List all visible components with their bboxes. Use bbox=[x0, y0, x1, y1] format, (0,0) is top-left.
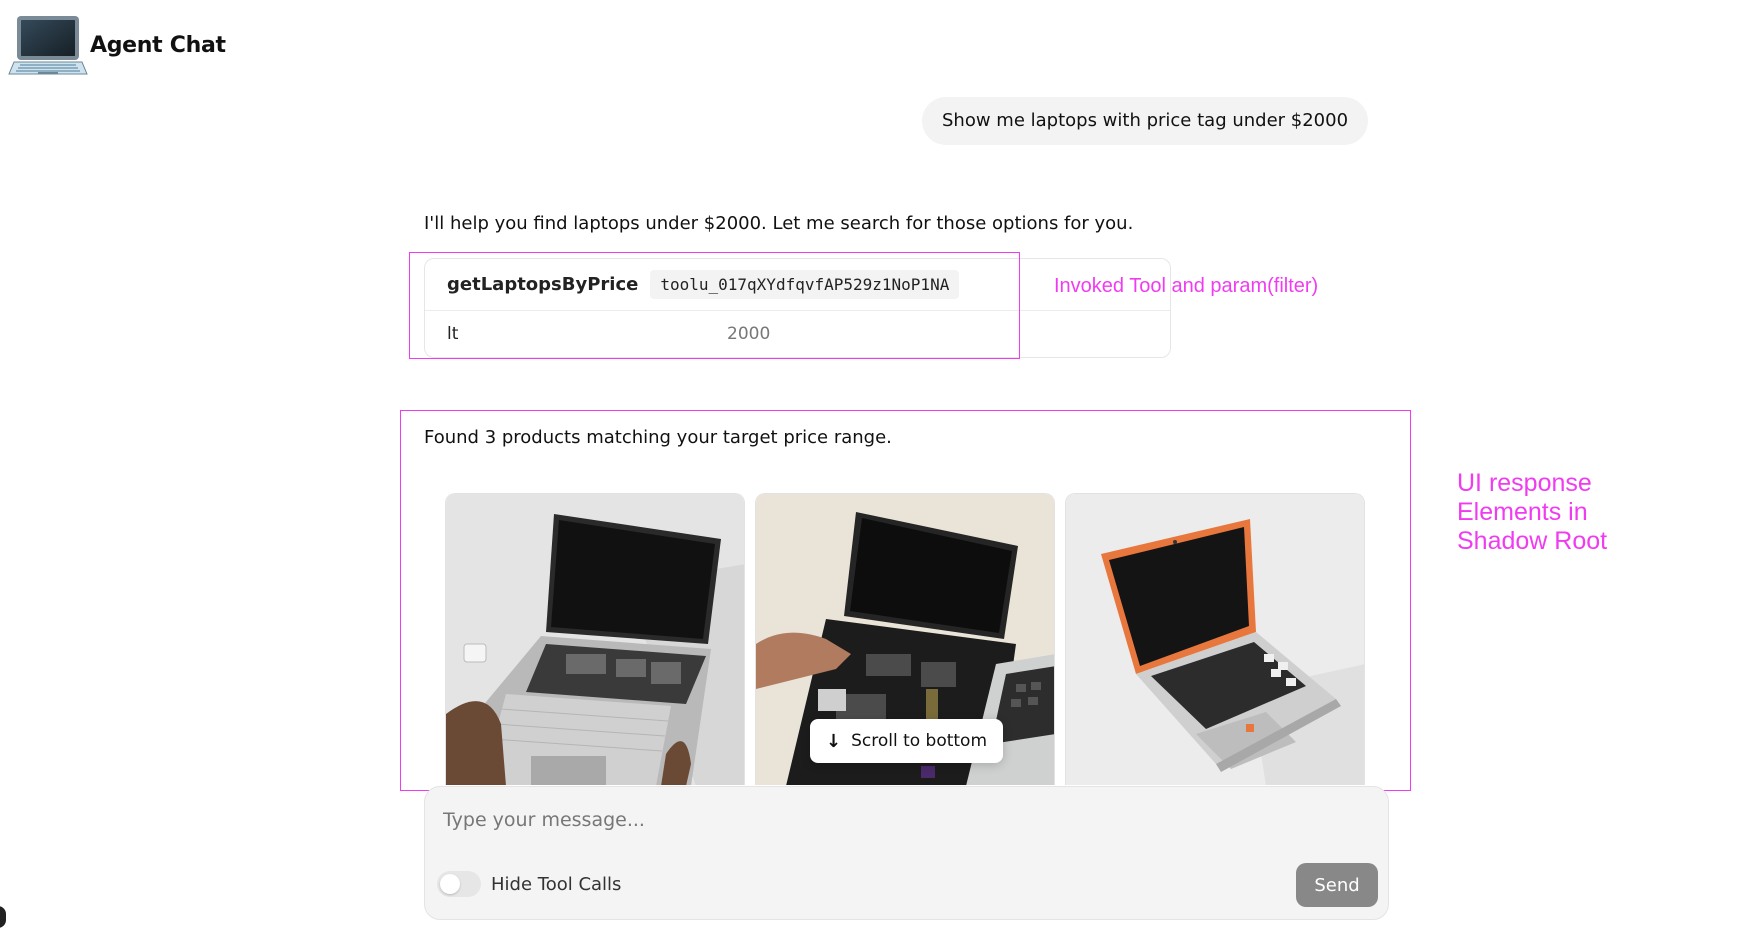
app-title: Agent Chat bbox=[90, 32, 226, 58]
message-input[interactable] bbox=[443, 803, 1343, 837]
hide-tool-calls-label: Hide Tool Calls bbox=[491, 874, 622, 895]
send-button[interactable]: Send bbox=[1296, 863, 1378, 907]
assistant-message: I'll help you find laptops under $2000. … bbox=[424, 213, 1134, 234]
ui-note-line: UI response bbox=[1457, 469, 1592, 497]
scroll-to-bottom-label: Scroll to bottom bbox=[851, 731, 988, 751]
app-header: Agent Chat bbox=[8, 12, 226, 78]
ui-note-line: Elements in bbox=[1457, 498, 1588, 526]
laptop-icon bbox=[8, 16, 88, 75]
side-handle[interactable] bbox=[0, 906, 6, 928]
ui-response-annotation-label: UI response Elements in Shadow Root bbox=[1457, 469, 1607, 556]
tool-annotation-box bbox=[409, 252, 1020, 359]
ui-note-line: Shadow Root bbox=[1457, 527, 1608, 555]
toggle-knob bbox=[440, 874, 460, 894]
scroll-to-bottom-button[interactable]: ↓ Scroll to bottom bbox=[810, 719, 1003, 763]
user-message-bubble: Show me laptops with price tag under $20… bbox=[922, 97, 1369, 145]
hide-tool-calls-toggle[interactable] bbox=[437, 871, 481, 897]
message-composer: Hide Tool Calls Send bbox=[424, 786, 1389, 920]
tool-annotation-label: Invoked Tool and param(filter) bbox=[1054, 275, 1319, 297]
arrow-down-icon: ↓ bbox=[825, 730, 842, 752]
